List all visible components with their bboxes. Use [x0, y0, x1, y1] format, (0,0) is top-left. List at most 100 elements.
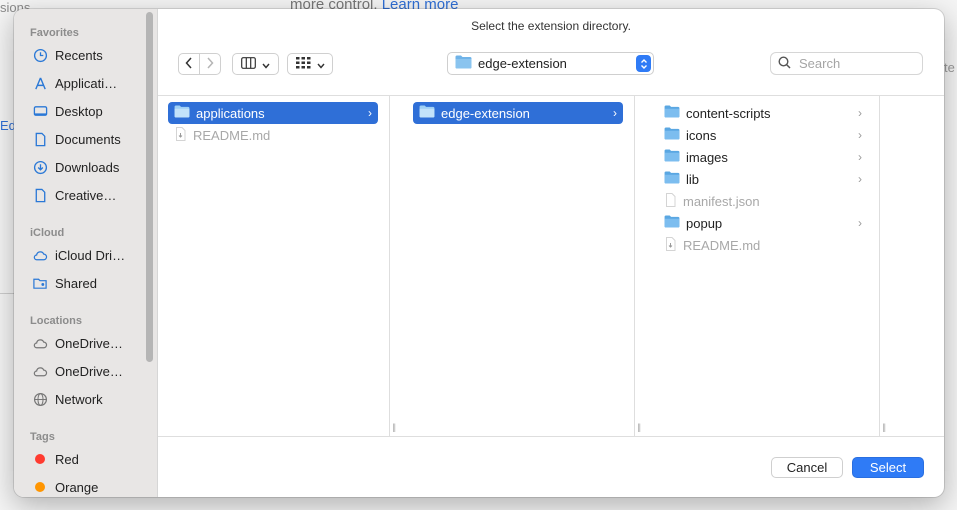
column-resize-handle[interactable]: ||	[392, 422, 396, 432]
sidebar-tag-red[interactable]: Red	[32, 448, 79, 470]
markdown-file-icon	[664, 236, 677, 254]
group-by-button[interactable]	[287, 53, 333, 75]
sidebar-item-label: Recents	[55, 47, 103, 63]
sidebar-item-label: Red	[55, 451, 79, 467]
list-item-folder[interactable]: content-scripts ›	[658, 102, 868, 124]
list-item-folder[interactable]: lib ›	[658, 168, 868, 190]
desktop-icon	[32, 103, 48, 119]
chevron-left-icon	[185, 56, 193, 72]
list-item-label: manifest.json	[683, 193, 760, 209]
background-divider	[0, 293, 14, 294]
back-button[interactable]	[178, 53, 200, 75]
column-browser: applications › README.md || edge-extensi…	[158, 95, 944, 437]
document-icon	[32, 187, 48, 203]
sidebar-scrollbar[interactable]	[146, 12, 153, 362]
select-button[interactable]: Select	[852, 457, 924, 478]
list-item-file[interactable]: README.md	[658, 234, 868, 256]
column-view-icon	[241, 56, 256, 72]
list-item-label: README.md	[683, 237, 761, 253]
sidebar-item-label: OneDrive…	[55, 335, 123, 351]
sidebar-item-recents[interactable]: Recents	[32, 44, 103, 66]
chevron-right-icon: ›	[858, 150, 862, 164]
folder-icon	[664, 171, 680, 187]
list-item-label: lib	[686, 171, 700, 187]
up-down-chevron-icon	[636, 55, 651, 72]
sidebar-item-label: Orange	[55, 479, 99, 495]
sidebar-item-creative[interactable]: Creative…	[32, 184, 116, 206]
list-item-label: README.md	[193, 127, 271, 143]
sidebar-item-applications[interactable]: Applicati…	[32, 72, 117, 94]
browser-column-2[interactable]: edge-extension › ||	[403, 96, 641, 436]
sidebar-section-tags: Tags	[30, 431, 55, 443]
chevron-down-icon	[316, 57, 325, 72]
list-item-label: images	[686, 149, 728, 165]
list-item-label: edge-extension	[441, 105, 530, 121]
sidebar-item-label: iCloud Dri…	[55, 247, 126, 263]
sidebar-item-onedrive-1[interactable]: OneDrive…	[32, 332, 123, 354]
file-icon	[664, 192, 677, 210]
sidebar-item-documents[interactable]: Documents	[32, 128, 121, 150]
folder-icon	[664, 215, 680, 231]
sidebar-item-downloads[interactable]: Downloads	[32, 156, 119, 178]
list-item-label: icons	[686, 127, 717, 143]
browser-column-1[interactable]: applications › README.md ||	[158, 96, 396, 436]
cancel-button[interactable]: Cancel	[771, 457, 843, 478]
sidebar-item-network[interactable]: Network	[32, 388, 103, 410]
tag-color-dot	[35, 454, 45, 464]
list-item-label: applications	[196, 105, 265, 121]
cloud-icon	[32, 247, 48, 263]
list-item-folder[interactable]: images ›	[658, 146, 868, 168]
sidebar-section-icloud: iCloud	[30, 227, 65, 239]
download-icon	[32, 159, 48, 175]
applications-icon	[32, 75, 48, 91]
sidebar-item-desktop[interactable]: Desktop	[32, 100, 103, 122]
list-item-file[interactable]: manifest.json	[658, 190, 868, 212]
shared-folder-icon	[32, 275, 48, 291]
list-item-file[interactable]: README.md	[168, 124, 378, 146]
chevron-down-icon	[262, 57, 270, 72]
chevron-right-icon: ›	[858, 216, 862, 230]
list-item-label: popup	[686, 215, 723, 231]
chevron-right-icon: ›	[858, 128, 862, 142]
path-popup-label: edge-extension	[478, 56, 567, 71]
column-resize-handle[interactable]: ||	[882, 422, 886, 432]
cloud-icon	[32, 335, 48, 351]
cloud-icon	[32, 363, 48, 379]
sidebar-section-locations: Locations	[30, 315, 82, 327]
folder-icon	[664, 149, 680, 165]
chevron-right-icon: ›	[613, 106, 617, 120]
globe-icon	[32, 391, 48, 407]
list-item-folder[interactable]: icons ›	[658, 124, 868, 146]
chevron-right-icon: ›	[368, 106, 372, 120]
sidebar-tag-orange[interactable]: Orange	[32, 476, 98, 497]
list-item-folder[interactable]: edge-extension ›	[413, 102, 623, 124]
sidebar-item-onedrive-2[interactable]: OneDrive…	[32, 360, 123, 382]
sidebar: Favorites Recents Applicati… Desktop Doc…	[14, 9, 158, 497]
list-item-label: content-scripts	[686, 105, 771, 121]
sidebar-item-label: Documents	[55, 131, 121, 147]
browser-column-3[interactable]: content-scripts › icons › images › lib ›…	[648, 96, 886, 436]
document-icon	[32, 131, 48, 147]
sidebar-section-favorites: Favorites	[30, 27, 79, 39]
path-popup-button[interactable]: edge-extension	[447, 52, 654, 75]
list-item-folder[interactable]: popup ›	[658, 212, 868, 234]
folder-icon	[664, 127, 680, 143]
main-pane: Select the extension directory. edge-ext…	[158, 9, 944, 497]
chevron-right-icon: ›	[858, 106, 862, 120]
sidebar-item-label: Desktop	[55, 103, 103, 119]
chevron-right-icon	[206, 56, 214, 72]
tag-color-dot	[35, 482, 45, 492]
column-resize-handle[interactable]: ||	[637, 422, 641, 432]
list-item-folder[interactable]: applications ›	[168, 102, 378, 124]
search-field[interactable]	[770, 52, 923, 75]
search-icon	[778, 55, 791, 72]
view-mode-button[interactable]	[232, 53, 279, 75]
search-input[interactable]	[797, 55, 916, 72]
folder-icon	[455, 55, 472, 72]
open-panel-dialog: Favorites Recents Applicati… Desktop Doc…	[14, 9, 944, 497]
chevron-right-icon: ›	[858, 172, 862, 186]
sidebar-item-shared[interactable]: Shared	[32, 272, 97, 294]
sidebar-item-icloud-drive[interactable]: iCloud Dri…	[32, 244, 125, 266]
forward-button[interactable]	[199, 53, 221, 75]
folder-icon	[174, 105, 190, 121]
